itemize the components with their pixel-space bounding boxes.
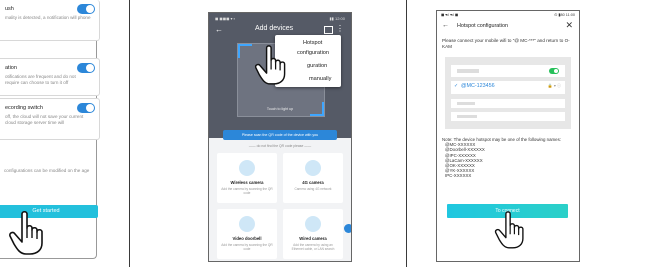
page-title: Hotspot configuration <box>457 23 508 29</box>
placeholder-bar <box>457 69 479 73</box>
tile-title: 4G camera <box>302 180 324 185</box>
status-bar-right: ▮▮ 12:00 <box>329 16 345 21</box>
wifi-network-row: ✓ @MC-123456 🔒 ▾ ⓘ <box>451 81 565 94</box>
placeholder-bar <box>457 102 475 105</box>
check-icon: ✓ <box>454 83 459 89</box>
hotspot-name: IPC-XXXXXX <box>445 173 472 179</box>
4g-camera-icon <box>305 160 321 176</box>
status-bar-left: ◼ ▾ıl ▾ıl ◼ <box>441 13 459 17</box>
hand-pointer-icon <box>8 210 48 256</box>
wifi-toggle <box>549 68 559 74</box>
gallery-icon[interactable] <box>324 26 333 34</box>
wifi-row <box>451 99 565 108</box>
wired-camera-icon <box>305 216 321 232</box>
more-menu-icon[interactable]: ⋮ <box>336 24 344 33</box>
notification-toggle[interactable] <box>77 63 95 73</box>
wifi-ssid: @MC-123456 <box>461 83 495 89</box>
tile-subtitle: Add the camera by scanning the QR code <box>221 243 273 251</box>
tile-4g-camera[interactable]: 4G camera Camera using 4G network <box>283 153 343 203</box>
wifi-row <box>451 65 565 77</box>
status-bar-left: ◼ ◼◼◼ ▾ ▪ <box>215 16 236 21</box>
tile-title: Wired camera <box>299 236 327 241</box>
setting-desc: otifications are frequent and do not req… <box>5 74 76 85</box>
setting-title: ation <box>5 65 17 71</box>
torch-hint[interactable]: Touch to light up <box>209 107 351 111</box>
tile-subtitle: Camera using 4G network <box>294 187 332 191</box>
wireless-camera-icon <box>239 160 255 176</box>
tile-wired-camera[interactable]: Wired camera Add the camera by using an … <box>283 209 343 259</box>
panel-divider-middle <box>406 0 407 267</box>
setting-desc: mality is detected, a notification will … <box>5 15 91 20</box>
tile-wireless-camera[interactable]: Wireless camera Add the camera by scanni… <box>217 153 277 203</box>
scan-tip-banner: Please scan the QR code of the device wi… <box>223 130 337 140</box>
hand-pointer-icon <box>494 210 528 250</box>
recording-toggle[interactable] <box>77 103 95 113</box>
settings-card-notification: ation otifications are frequent and do n… <box>0 58 100 96</box>
tile-title: Video doorbell <box>232 236 262 241</box>
instruction-text: Please connect your mobile wifi to "@ MC… <box>442 38 570 49</box>
settings-panel: ush mality is detected, a notification w… <box>0 0 100 267</box>
tile-title: Wireless camera <box>230 180 264 185</box>
tile-video-doorbell[interactable]: Video doorbell Add the camera by scannin… <box>217 209 277 259</box>
page-title: Add devices <box>255 25 294 32</box>
setting-title: ush <box>5 6 14 12</box>
wifi-signal-icons: 🔒 ▾ ⓘ <box>547 83 561 88</box>
wifi-illustration: ✓ @MC-123456 🔒 ▾ ⓘ <box>445 57 571 129</box>
tile-subtitle: Add the camera by scanning the QR code <box>221 187 273 195</box>
tile-subtitle: Add the camera by using an Ethernet cabl… <box>291 243 335 251</box>
hotspot-name-list: Note: The device hotspot may be one of t… <box>442 137 572 179</box>
floating-action-icon[interactable] <box>344 224 351 233</box>
cant-find-text: —— do not find the QR code please —— <box>248 144 312 148</box>
panel-divider-left <box>129 0 130 267</box>
configuration-note: configurations can be modified on the ag… <box>4 168 90 173</box>
close-icon[interactable]: ✕ <box>565 20 573 31</box>
settings-card-push: ush mality is detected, a notification w… <box>0 0 100 41</box>
status-bar: ◼ ▾ıl ▾ıl ◼ ⊙ ▮80 11:00 <box>437 11 579 19</box>
hand-pointer-icon <box>254 44 290 86</box>
push-toggle[interactable] <box>77 4 95 14</box>
back-arrow-icon[interactable]: ← <box>215 25 223 34</box>
setting-desc: off, the cloud will not save your curren… <box>5 114 84 125</box>
doorbell-icon <box>239 216 255 232</box>
settings-card-recording: ecording switch off, the cloud will not … <box>0 98 100 140</box>
setting-title: ecording switch <box>5 105 43 111</box>
status-bar-right: ⊙ ▮80 11:00 <box>554 13 575 17</box>
wifi-row <box>451 112 565 121</box>
placeholder-bar <box>457 115 477 118</box>
back-arrow-icon[interactable]: ← <box>442 22 449 29</box>
